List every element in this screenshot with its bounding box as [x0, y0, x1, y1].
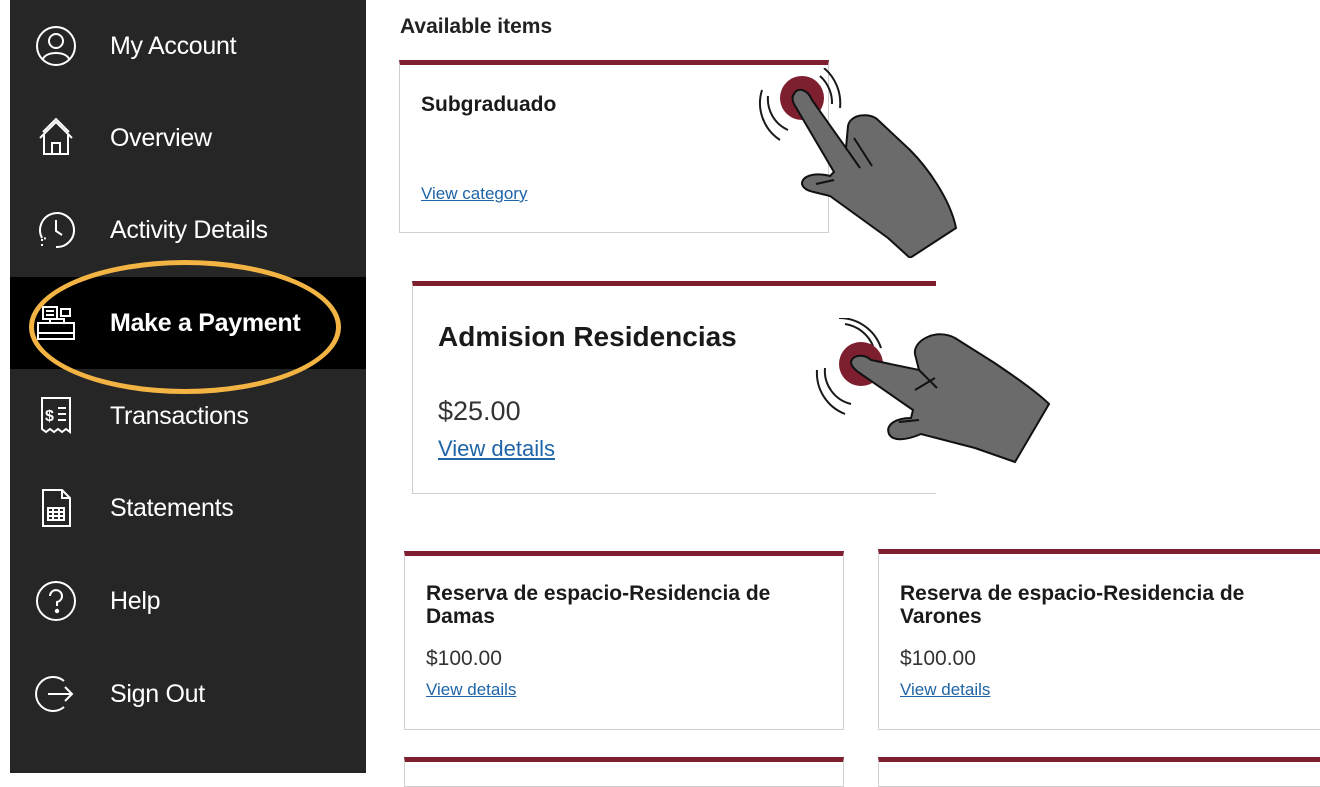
help-icon: [34, 579, 78, 623]
sidebar-item-sign-out[interactable]: Sign Out: [10, 648, 366, 740]
sidebar-item-label: Sign Out: [110, 679, 205, 708]
item-card: Reserva de espacio-Residencia de Varones…: [878, 549, 1320, 730]
sidebar-item-my-account[interactable]: My Account: [10, 0, 366, 92]
section-title: Available items: [400, 15, 553, 38]
category-card: Subgraduado View category: [399, 60, 829, 233]
sidebar-item-label: Transactions: [110, 401, 249, 430]
sidebar-item-make-a-payment[interactable]: Make a Payment: [10, 277, 366, 369]
sidebar-item-transactions[interactable]: $ Transactions: [10, 370, 366, 462]
item-price: $100.00: [900, 647, 976, 670]
item-price: $100.00: [426, 647, 502, 670]
sidebar-item-statements[interactable]: Statements: [10, 462, 366, 554]
sidebar-item-label: Activity Details: [110, 215, 268, 244]
sidebar-item-label: Make a Payment: [110, 308, 301, 337]
sidebar-item-help[interactable]: Help: [10, 555, 366, 647]
item-title: Reserva de espacio-Residencia de Damas: [426, 582, 771, 628]
sidebar-item-label: Overview: [110, 123, 212, 152]
item-title: Reserva de espacio-Residencia de Varones: [900, 582, 1245, 628]
item-title: Admision Residencias: [438, 321, 737, 352]
view-details-link[interactable]: View details: [426, 680, 516, 700]
category-title: Subgraduado: [421, 93, 557, 116]
sidebar-item-label: Statements: [110, 493, 234, 522]
sidebar-nav: My Account Overview Activity Details Mak…: [10, 0, 366, 773]
home-icon: [34, 116, 78, 160]
receipt-icon: $: [34, 394, 78, 438]
svg-text:$: $: [45, 408, 54, 425]
sidebar-item-overview[interactable]: Overview: [10, 92, 366, 184]
cash-register-icon: [34, 301, 78, 345]
sidebar-item-activity-details[interactable]: Activity Details: [10, 184, 366, 276]
sidebar-item-label: Help: [110, 586, 161, 615]
item-price: $25.00: [438, 396, 521, 426]
sidebar-item-label: My Account: [110, 31, 237, 60]
view-details-link[interactable]: View details: [900, 680, 990, 700]
item-card-partial: [878, 757, 1320, 787]
item-card: Admision Residencias $25.00 View details: [412, 281, 936, 494]
user-circle-icon: [34, 24, 78, 68]
statement-document-icon: [34, 486, 78, 530]
item-card-partial: [404, 757, 844, 787]
view-details-link[interactable]: View details: [438, 436, 555, 462]
sign-out-icon: [34, 672, 78, 716]
view-category-link[interactable]: View category: [421, 184, 527, 204]
item-card: Reserva de espacio-Residencia de Damas $…: [404, 551, 844, 730]
clock-icon: [34, 208, 78, 252]
